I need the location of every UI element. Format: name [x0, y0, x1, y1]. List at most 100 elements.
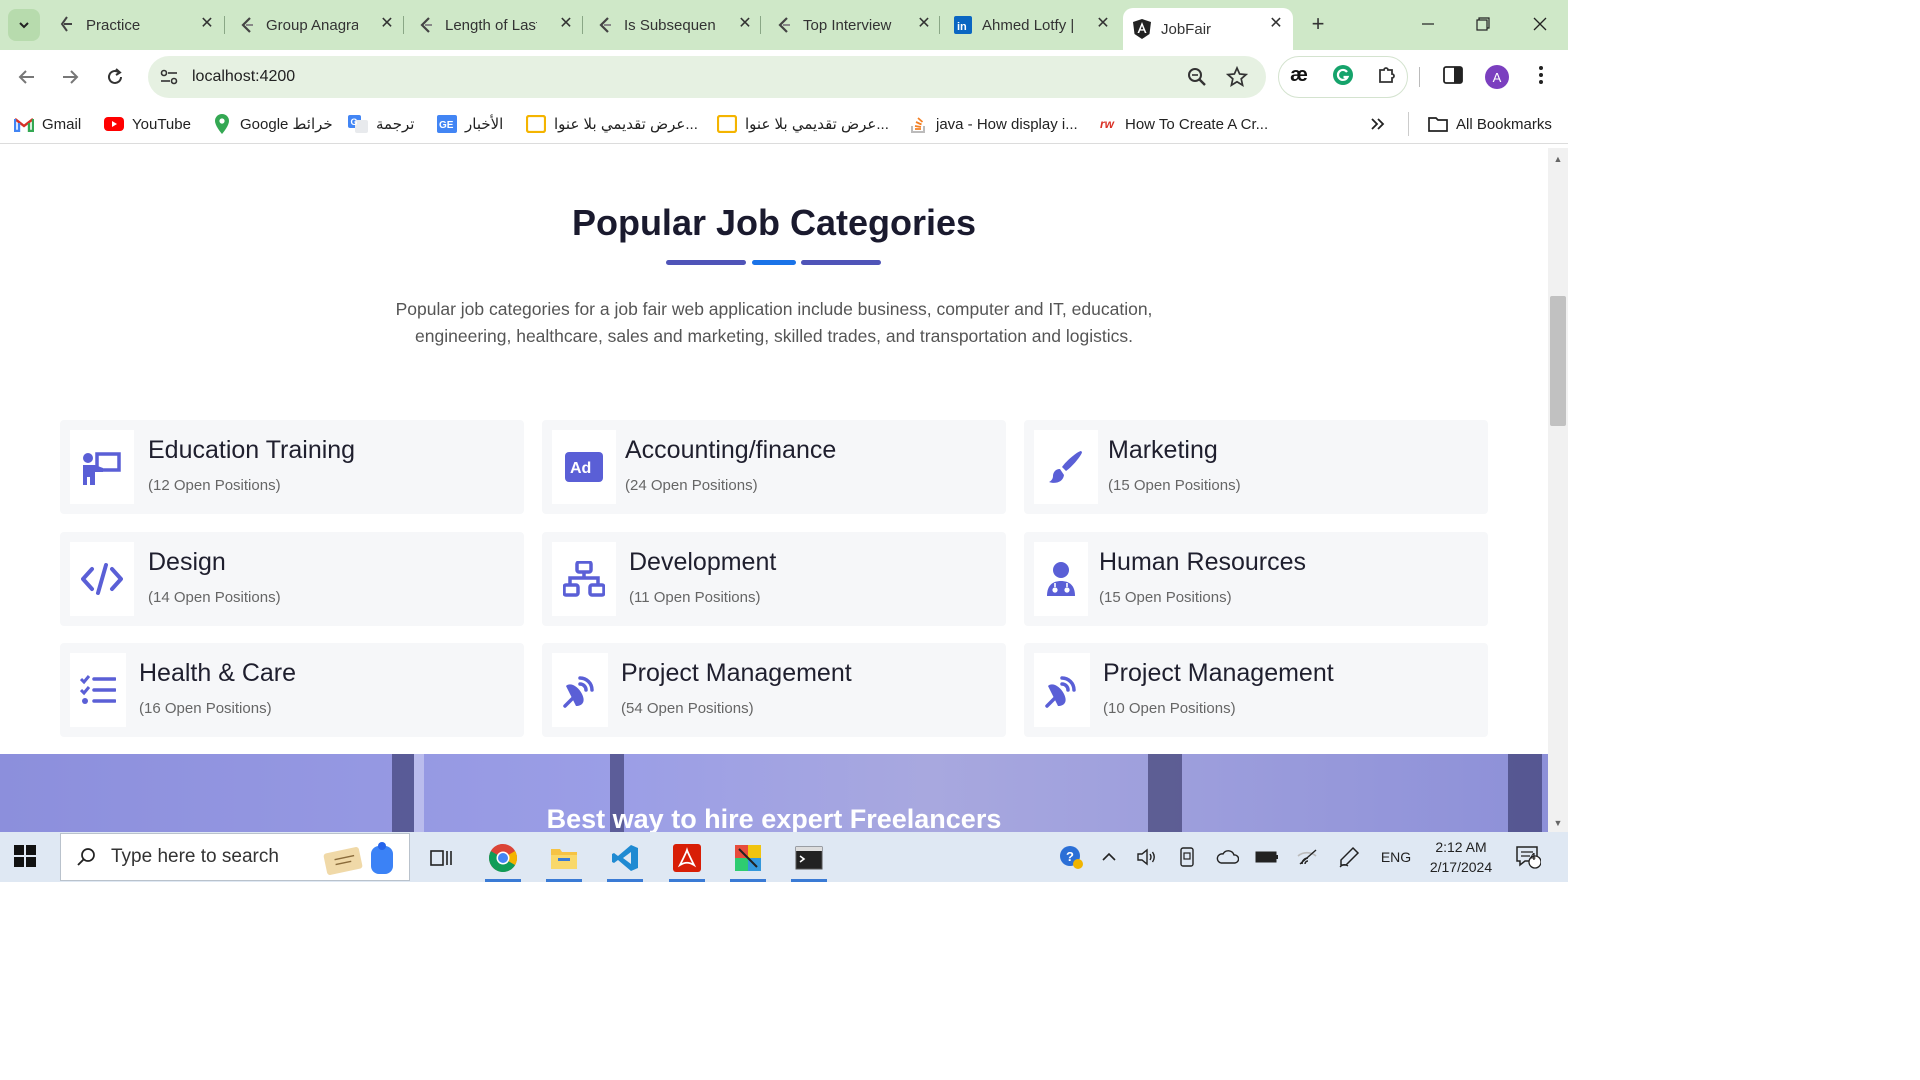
hero-heading: Best way to hire expert Freelancers: [546, 804, 1002, 832]
title-underline: [752, 260, 796, 265]
tab-separator: [760, 16, 761, 34]
title-underline: [666, 260, 746, 265]
taskbar-paint-app[interactable]: [726, 838, 770, 882]
bookmark-gmail[interactable]: Gmail: [14, 113, 81, 135]
minimize-button[interactable]: [1416, 12, 1440, 36]
close-icon[interactable]: ✕: [736, 15, 754, 33]
close-icon[interactable]: ✕: [557, 15, 575, 33]
page-scrollbar[interactable]: [1548, 148, 1568, 832]
category-card-project-management-2[interactable]: Project Management (10 Open Positions): [1024, 643, 1488, 737]
bookmark-label: ترجمة: [376, 116, 415, 133]
all-bookmarks-button[interactable]: All Bookmarks: [1428, 113, 1552, 135]
zoom-icon[interactable]: [1186, 66, 1208, 88]
url-text[interactable]: localhost:4200: [192, 68, 295, 86]
category-card-marketing[interactable]: Marketing (15 Open Positions): [1024, 420, 1488, 514]
tab-group-anagrams[interactable]: Group Anagra ✕: [238, 8, 404, 42]
pen-icon[interactable]: [1336, 846, 1362, 868]
tab-jobfair[interactable]: JobFair ✕: [1123, 8, 1293, 50]
paintbrush-icon: [1034, 430, 1098, 504]
onedrive-icon[interactable]: [1214, 846, 1240, 868]
device-icon[interactable]: [1176, 846, 1198, 868]
language-indicator[interactable]: ENG: [1376, 846, 1416, 868]
close-icon: [1533, 17, 1547, 31]
more-menu-icon[interactable]: [1529, 63, 1553, 87]
toolbar-divider: [1419, 67, 1420, 87]
bookmark-label: How To Create A Cr...: [1125, 115, 1269, 133]
tab-top-interview[interactable]: Top Interview ✕: [775, 8, 941, 42]
ae-extension-icon[interactable]: æ: [1287, 63, 1311, 87]
taskbar-acrobat[interactable]: [665, 838, 709, 882]
close-icon[interactable]: ✕: [198, 15, 216, 33]
close-icon[interactable]: ✕: [378, 15, 396, 33]
bookmark-google-maps[interactable]: Google خرائط: [212, 113, 333, 135]
battery-icon[interactable]: [1254, 846, 1280, 868]
bookmark-slides-1[interactable]: عرض تقديمي بلا عنوا...: [526, 113, 698, 135]
section-description: Popular job categories for a job fair we…: [395, 299, 1153, 346]
back-button[interactable]: [13, 63, 41, 91]
arrow-right-icon: [63, 70, 79, 84]
bookmark-news[interactable]: GE الأخبار: [437, 113, 503, 135]
tab-is-subsequence[interactable]: Is Subsequenc ✕: [596, 8, 762, 42]
new-tab-button[interactable]: +: [1305, 12, 1331, 38]
grammarly-icon[interactable]: [1331, 63, 1355, 87]
system-clock[interactable]: 2:12 AM 2/17/2024: [1424, 837, 1498, 877]
restore-button[interactable]: [1471, 12, 1495, 36]
help-tray-icon[interactable]: ?: [1058, 846, 1084, 869]
taskbar-file-explorer[interactable]: [542, 838, 586, 882]
category-card-development[interactable]: Development (11 Open Positions): [542, 532, 1006, 626]
bookmark-stackoverflow[interactable]: java - How display i...: [908, 113, 1078, 135]
reload-button[interactable]: [101, 63, 129, 91]
angular-icon: [1133, 19, 1151, 39]
category-card-human-resources[interactable]: Human Resources (15 Open Positions): [1024, 532, 1488, 626]
svg-text:GE: GE: [439, 120, 454, 131]
volume-icon[interactable]: [1136, 846, 1158, 868]
bookmark-translate[interactable]: G ترجمة: [348, 113, 414, 135]
tab-length-of-last[interactable]: Length of Last ✕: [417, 8, 583, 42]
tab-linkedin[interactable]: in Ahmed Lotfy | ✕: [954, 8, 1120, 42]
more-bookmarks-button[interactable]: [1370, 113, 1386, 135]
category-open-positions: (15 Open Positions): [1108, 477, 1241, 494]
task-view-button[interactable]: [419, 838, 463, 878]
wifi-icon[interactable]: [1294, 846, 1320, 868]
show-hidden-icons-button[interactable]: [1098, 846, 1120, 868]
category-card-education-training[interactable]: Education Training (12 Open Positions): [60, 420, 524, 514]
bookmarks-bar: Gmail YouTube Google خرائط G ترجمة GE ال…: [0, 104, 1568, 144]
windows-start-button[interactable]: [14, 845, 38, 869]
puzzle-icon[interactable]: [1375, 63, 1399, 87]
notification-icon: [1516, 846, 1541, 869]
category-card-accounting-finance[interactable]: Ad Accounting/finance (24 Open Positions…: [542, 420, 1006, 514]
side-panel-icon[interactable]: [1441, 63, 1465, 87]
paint-app-icon: [735, 845, 761, 871]
tab-search-button[interactable]: [8, 9, 40, 41]
star-icon[interactable]: [1226, 66, 1248, 88]
notifications-button[interactable]: 4: [1514, 846, 1542, 869]
close-icon[interactable]: ✕: [1094, 15, 1112, 33]
taskbar-terminal[interactable]: [787, 838, 831, 882]
forward-button[interactable]: [56, 63, 84, 91]
chevron-down-icon: [19, 22, 29, 29]
scroll-down-arrow[interactable]: ▼: [1552, 818, 1564, 828]
category-card-health-care[interactable]: Health & Care (16 Open Positions): [60, 643, 524, 737]
bookmark-slides-2[interactable]: عرض تقديمي بلا عنوا...: [717, 113, 889, 135]
close-icon[interactable]: ✕: [1267, 15, 1285, 33]
tab-title: Length of Last: [445, 16, 537, 34]
tab-title: Group Anagra: [266, 16, 358, 34]
taskbar-search-box[interactable]: Type here to search: [60, 833, 410, 881]
notification-count: 4: [1530, 852, 1536, 863]
close-icon[interactable]: ✕: [915, 15, 933, 33]
taskbar-chrome[interactable]: [481, 838, 525, 882]
category-card-design[interactable]: Design (14 Open Positions): [60, 532, 524, 626]
svg-text:?: ?: [1066, 849, 1074, 864]
profile-avatar[interactable]: A: [1485, 65, 1509, 89]
tab-practice[interactable]: Practice ✕: [58, 8, 224, 42]
bookmark-youtube[interactable]: YouTube: [104, 113, 191, 135]
scrollbar-thumb[interactable]: [1550, 296, 1566, 426]
address-bar[interactable]: localhost:4200: [148, 56, 1266, 98]
category-card-project-management[interactable]: Project Management (54 Open Positions): [542, 643, 1006, 737]
bookmark-how-to-create[interactable]: rw How To Create A Cr...: [1097, 113, 1268, 135]
scroll-up-arrow[interactable]: ▲: [1552, 154, 1564, 164]
site-info-icon[interactable]: [156, 64, 182, 90]
bookmark-label: YouTube: [132, 115, 191, 133]
close-window-button[interactable]: [1528, 12, 1552, 36]
taskbar-vscode[interactable]: [603, 838, 647, 882]
